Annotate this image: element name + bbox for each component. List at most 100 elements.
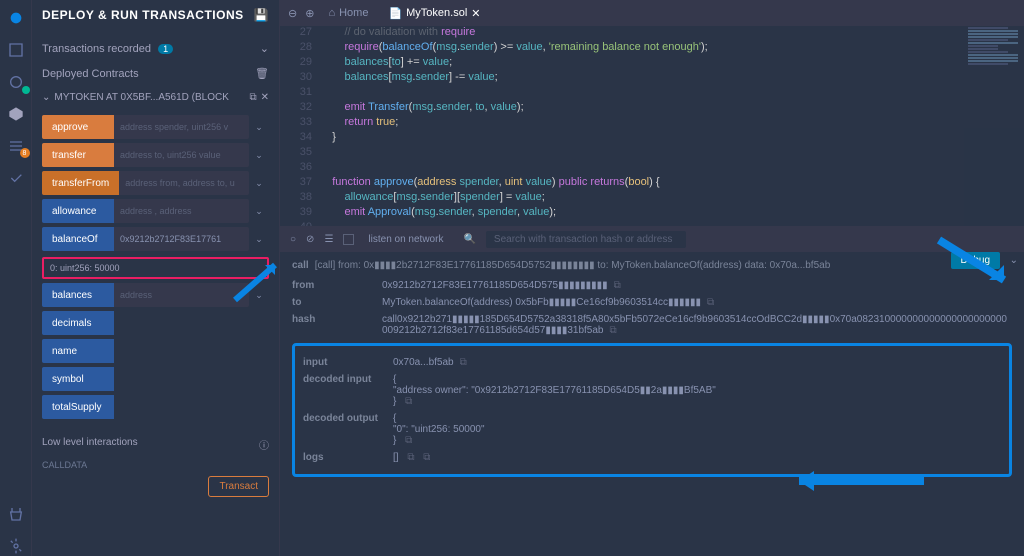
terminal-search-input[interactable] (486, 231, 686, 248)
icon-sidebar: 8 (0, 0, 32, 556)
file-explorer-icon[interactable] (6, 40, 26, 60)
low-level-section: Low level interactions ⓘ CALLDATA Transa… (42, 433, 269, 470)
chevron-down-icon[interactable]: ⌄ (249, 143, 269, 167)
copy-icon[interactable]: ⧉ (609, 325, 616, 336)
decimals-button[interactable]: decimals (42, 311, 114, 335)
input-value: 0x70a...bf5ab (393, 357, 454, 368)
transfer-button[interactable]: transfer (42, 143, 114, 167)
copy-icon[interactable]: ⧉ (614, 280, 621, 291)
from-label: from (292, 280, 382, 291)
allowance-button[interactable]: allowance (42, 199, 114, 223)
chevron-down-icon: ⌄ (42, 92, 50, 103)
transactions-count-badge: 1 (158, 44, 173, 54)
home-icon: ⌂ (328, 7, 335, 19)
zoom-out-icon[interactable]: ⊖ (288, 7, 297, 20)
file-icon: 📄 (388, 7, 402, 20)
copy-icon[interactable]: ⧉ (423, 452, 430, 463)
save-icon[interactable]: 💾 (254, 8, 269, 22)
to-value: MyToken.balanceOf(address) 0x5bFb▮▮▮▮▮Ce… (382, 297, 701, 308)
decoded-input-value: { "address owner": "0x9212b2712F83E17761… (393, 374, 716, 407)
balances-button[interactable]: balances (42, 283, 114, 307)
deploy-icon[interactable] (6, 104, 26, 124)
chevron-down-icon: ⌄ (260, 42, 269, 55)
from-value: 0x9212b2712F83E17761185D654D575▮▮▮▮▮▮▮▮▮ (382, 280, 608, 291)
editor-tabs: ⊖ ⊕ ⌂ Home 📄 MyToken.sol ✕ (280, 0, 1024, 26)
symbol-button[interactable]: symbol (42, 367, 114, 391)
balances-input[interactable] (114, 283, 249, 307)
code-content: // do validation with require require(ba… (320, 26, 1024, 226)
info-icon[interactable]: ⓘ (259, 437, 269, 452)
balanceof-button[interactable]: balanceOf (42, 227, 114, 251)
row-hash: hash call0x9212b271▮▮▮▮▮185D654D5752a383… (292, 311, 1012, 339)
row-from: from 0x9212b2712F83E17761185D654D575▮▮▮▮… (292, 277, 1012, 294)
transact-button[interactable]: Transact (208, 476, 269, 497)
low-level-title: Low level interactions (42, 437, 138, 452)
contract-name: MYTOKEN AT 0X5BF...A561D (BLOCK (54, 92, 245, 103)
row-logs: logs [] ⧉ ⧉ (303, 449, 1001, 466)
plugin-icon[interactable] (6, 504, 26, 524)
row-input: input 0x70a...bf5ab⧉ (303, 354, 1001, 371)
panel-title: DEPLOY & RUN TRANSACTIONS 💾 (42, 8, 269, 22)
transferfrom-button[interactable]: transferFrom (42, 171, 119, 195)
trash-icon[interactable]: 🗑 (255, 67, 269, 80)
fn-transferfrom: transferFrom ⌄ (42, 171, 269, 195)
fn-decimals: decimals (42, 311, 269, 335)
to-label: to (292, 297, 382, 308)
allowance-input[interactable] (114, 199, 249, 223)
ban-icon[interactable]: ⊘ (306, 234, 314, 245)
chevron-down-icon[interactable]: ⌄ (249, 199, 269, 223)
hash-value: call0x9212b271▮▮▮▮▮185D654D5752a38318f5A… (382, 314, 1007, 336)
tab-home-label: Home (339, 7, 368, 19)
transferfrom-input[interactable] (119, 171, 249, 195)
deployed-contracts-header: Deployed Contracts 🗑 (42, 61, 269, 86)
chevron-down-icon[interactable]: ⌄ (249, 171, 269, 195)
approve-input[interactable] (114, 115, 249, 139)
tab-home[interactable]: ⌂ Home (322, 7, 374, 19)
chevron-down-icon[interactable]: ⌄ (249, 227, 269, 251)
hash-label: hash (292, 314, 382, 336)
transactions-recorded-label: Transactions recorded (42, 43, 151, 55)
logs-value: [] (393, 452, 399, 463)
list-icon[interactable]: ☰ (324, 234, 333, 245)
copy-icon[interactable]: ⧉ (405, 396, 412, 407)
transactions-recorded-header[interactable]: Transactions recorded 1 ⌄ (42, 36, 269, 61)
debug-icon[interactable]: 8 (6, 136, 26, 156)
zoom-in-icon[interactable]: ⊕ (305, 7, 314, 20)
compiler-icon[interactable] (6, 72, 26, 92)
copy-icon[interactable]: ⧉ (707, 297, 714, 308)
call-summary-line: call [call] from: 0x▮▮▮▮2b2712F83E177611… (292, 260, 1012, 271)
copy-icon[interactable]: ⧉ (460, 357, 467, 368)
code-editor[interactable]: 2728293031323334353637383940414243 // do… (280, 26, 1024, 226)
minimap[interactable] (964, 26, 1024, 226)
fn-allowance: allowance ⌄ (42, 199, 269, 223)
search-icon[interactable]: 🔍 (463, 234, 475, 245)
chevron-down-icon[interactable]: ⌄ (249, 115, 269, 139)
approve-button[interactable]: approve (42, 115, 114, 139)
listen-checkbox[interactable] (343, 234, 354, 245)
close-icon[interactable]: ✕ (261, 92, 269, 103)
circle-icon[interactable]: ○ (290, 234, 296, 245)
transfer-input[interactable] (114, 143, 249, 167)
annotation-arrow (929, 230, 1019, 300)
fn-name: name (42, 339, 269, 363)
logo-icon[interactable] (6, 8, 26, 28)
decoded-input-label: decoded input (303, 374, 393, 407)
fn-balanceof: balanceOf ⌄ (42, 227, 269, 251)
balanceof-input[interactable] (114, 227, 249, 251)
highlighted-details: input 0x70a...bf5ab⧉ decoded input { "ad… (292, 343, 1012, 477)
tab-mytoken-label: MyToken.sol (406, 7, 467, 19)
annotation-arrow (784, 466, 924, 496)
tab-mytoken[interactable]: 📄 MyToken.sol ✕ (382, 7, 486, 20)
contract-instance-header[interactable]: ⌄ MYTOKEN AT 0X5BF...A561D (BLOCK ⧉ ✕ (42, 86, 269, 109)
listen-label: listen on network (368, 234, 443, 245)
name-button[interactable]: name (42, 339, 114, 363)
check-icon[interactable] (6, 168, 26, 188)
close-tab-icon[interactable]: ✕ (471, 7, 480, 20)
totalsupply-button[interactable]: totalSupply (42, 395, 114, 419)
copy-icon[interactable]: ⧉ (407, 452, 414, 463)
settings-icon[interactable] (6, 536, 26, 556)
copy-icon[interactable]: ⧉ (405, 435, 412, 446)
row-decoded-output: decoded output { "0": "uint256: 50000" }… (303, 410, 1001, 449)
copy-icon[interactable]: ⧉ (249, 92, 256, 103)
annotation-arrow (230, 250, 290, 310)
